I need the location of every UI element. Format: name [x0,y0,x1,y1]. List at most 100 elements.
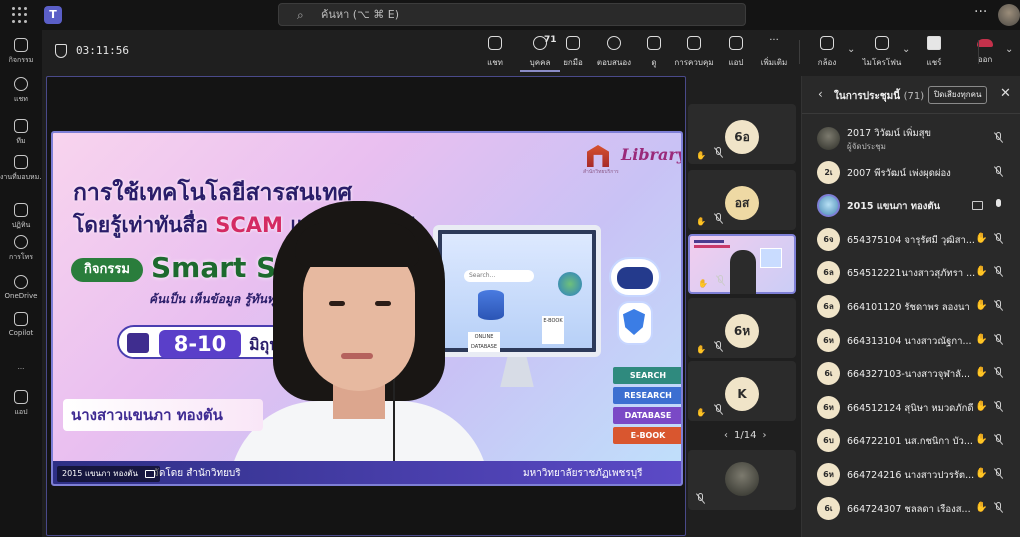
book-database: DATABASE [613,407,681,424]
camera-off-icon [820,36,834,50]
chat-button[interactable]: แชท [475,36,515,69]
mic-off-icon[interactable] [994,266,1003,280]
participant-row[interactable]: 6ล 664101120 รัชดาพร ลองนา ✋ [802,290,1020,324]
camera-options-chevron-icon[interactable]: ⌄ [847,44,855,55]
prev-page-button[interactable]: ‹ [724,430,728,441]
shared-video[interactable]: Library สำนักวิทยบริการ การใช้เทคโนโลยีส… [51,131,683,486]
raise-hand-button[interactable]: ยกมือ [553,36,593,69]
participant-role: ผู้จัดประชุม [847,142,886,151]
rail-assignments-label: งานที่มอบหม... [0,173,42,181]
chat-icon [488,36,502,50]
rail-calendar[interactable]: ปฏิทิน [0,203,42,231]
participant-row[interactable]: 6บ 664722101 นส.กชนิกา บัว... ✋ [802,424,1020,458]
participant-tile[interactable]: 6ห ✋ [688,298,796,358]
profile-avatar[interactable] [998,4,1020,26]
participant-name: 2017 วิวัฒน์ เพิ่มสุข [847,128,932,139]
apps-button[interactable]: แอป [716,36,756,69]
participant-row[interactable]: 2015 แขนภา ทองตัน [802,189,1020,223]
mic-off-icon[interactable] [994,400,1003,415]
participant-row[interactable]: 6จ 654375104 จารุรัศมี วุฒิสา... ✋ [802,223,1020,257]
more-button[interactable]: ··· เพิ่มเติม [754,36,794,69]
participant-row[interactable]: 6เ 664327103-นางสาวจุฬาลั... ✋ [802,357,1020,391]
tile-pager: ‹ 1/14 › [718,430,772,441]
share-button[interactable]: แชร์ [914,36,954,69]
participant-row[interactable]: 6ห 664724216 นางสาวปวรรัต... ✋ [802,458,1020,492]
raised-hand-icon: ✋ [975,468,988,479]
library-logo-sub: สำนักวิทยบริการ [583,169,619,175]
participant-name: 664724307 ชลลดา เรืองส... [847,503,971,515]
chevron-left-icon[interactable]: ‹ [818,87,823,101]
leave-icon [977,39,993,47]
rail-activity[interactable]: กิจกรรม [0,38,42,66]
participant-row[interactable]: 2017 วิวัฒน์ เพิ่มสุขผู้จัดประชุม [802,122,1020,156]
mic-off-icon[interactable] [994,333,1003,348]
raised-hand-icon: ✋ [975,232,988,244]
mic-options-chevron-icon[interactable]: ⌄ [902,44,910,55]
react-button[interactable]: ตอบสนอง [594,36,634,69]
app-launcher-icon[interactable] [12,7,28,23]
participant-avatar: 6ห [817,463,840,486]
rail-teams[interactable]: ทีม [0,119,42,147]
more-options-icon[interactable]: ··· [974,4,987,20]
page-indicator: 1/14 [734,430,757,441]
assignments-icon [14,155,28,169]
mic-off-icon[interactable] [994,300,1003,314]
calendar-icon [127,333,149,353]
participant-tile[interactable]: อส ✋ [688,170,796,230]
participant-row[interactable]: 6ห 664512124 สุนิษา หมวดภักดี ✋ [802,391,1020,425]
mic-off-icon [875,36,889,50]
participant-tile[interactable]: 6อ ✋ [688,104,796,164]
mic-button[interactable]: ไมโครโฟน [862,36,902,69]
participant-row[interactable]: 6ห 664313104 นางสาวณัฐกา... ✋ [802,324,1020,358]
rail-calendar-label: ปฏิทิน [11,221,31,229]
participant-row[interactable]: 6เ 664724307 ชลลดา เรืองส... ✋ [802,492,1020,526]
mic-off-icon [696,493,705,506]
book-research: RESEARCH [613,387,681,404]
rail-teams-label: ทีม [16,137,26,145]
participant-tile[interactable]: ✋ [688,234,796,294]
rail-assignments[interactable]: งานที่มอบหม... [0,155,42,183]
leave-options-chevron-icon[interactable]: ⌄ [1005,44,1013,55]
rail-apps[interactable]: แอป [0,390,42,418]
search-input[interactable]: ⌕ ค้นหา (⌥ ⌘ E) [278,3,746,26]
rail-onedrive[interactable]: OneDrive [0,275,42,300]
mic-off-icon[interactable] [994,367,1003,381]
mic-on-icon[interactable] [994,199,1003,213]
participant-tile[interactable] [688,450,796,510]
leave-button[interactable]: ออก [965,36,1005,66]
mic-off-icon[interactable] [994,232,1003,247]
rail-more[interactable]: ··· [0,358,42,373]
activity-pill: กิจกรรม [71,258,143,282]
participant-row[interactable]: 6ล 654512221นางสาวสุภัทรา ... ✋ [802,256,1020,290]
calendar-icon [14,203,28,217]
panel-title: ในการประชุมนี้ (71) [834,91,925,102]
participant-avatar: 6ล [817,261,840,285]
close-icon[interactable]: ✕ [1000,86,1011,101]
participant-name: 654512221นางสาวสุภัทรา ... [847,268,975,280]
mute-all-button[interactable]: ปิดเสียงทุกคน [928,86,988,104]
rail-chat[interactable]: แชท [0,77,42,105]
mic-off-icon[interactable] [994,132,1003,146]
mic-off-icon[interactable] [994,434,1003,448]
more-icon [14,358,28,362]
view-button[interactable]: ดู [634,36,674,69]
next-page-button[interactable]: › [762,430,766,441]
controls-button-label: การควบคุม [674,58,714,67]
rail-calls[interactable]: การโทร [0,235,42,263]
raise-hand-icon [566,36,580,50]
mic-off-icon[interactable] [994,165,1003,180]
mic-off-icon[interactable] [994,468,1003,482]
controls-button[interactable]: การควบคุม [674,36,714,69]
raised-hand-icon: ✋ [975,300,988,311]
participant-row[interactable]: 2เ 2007 พีรวัฒน์ เพ่งผุดผ่อง [802,156,1020,190]
participant-tile[interactable]: K ✋ [688,361,796,421]
camera-button[interactable]: กล้อง [807,36,847,69]
mic-off-icon[interactable] [994,501,1003,516]
rail-copilot[interactable]: Copilot [0,312,42,337]
apps-icon [729,36,743,50]
monitor-stand [500,357,534,387]
chat-icon [14,77,28,91]
rail-more-label: ··· [17,365,25,373]
plus-icon [14,390,28,404]
raised-hand-icon: ✋ [975,434,988,446]
